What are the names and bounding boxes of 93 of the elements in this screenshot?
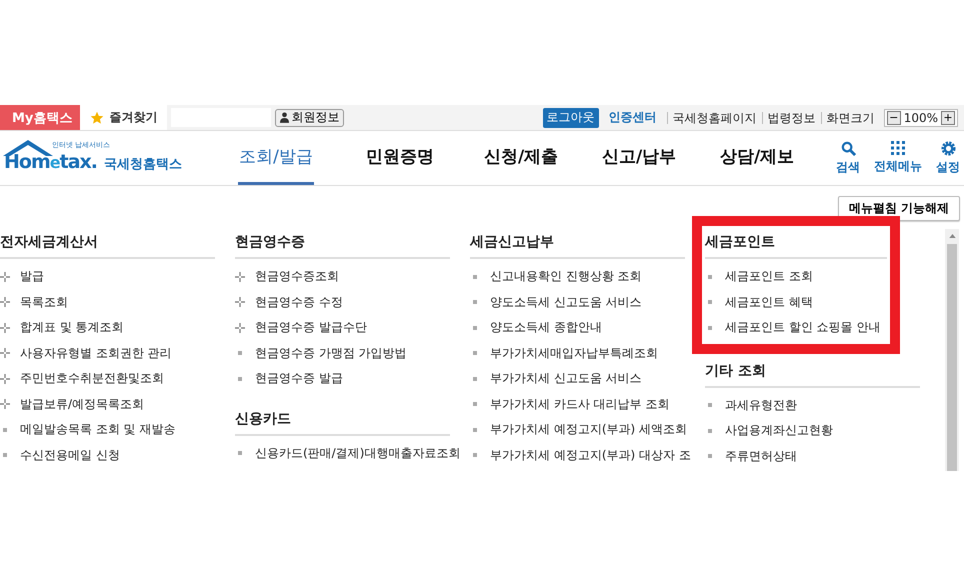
nav-tab[interactable]: 상담/제보 (710, 131, 828, 185)
section-title: 세금포인트 (705, 233, 776, 252)
square-bullet-icon (473, 351, 477, 356)
square-bullet-icon (473, 274, 477, 279)
zoom-in-button[interactable]: + (941, 110, 955, 124)
menu-link[interactable]: 주류면허상태 (725, 448, 797, 465)
menu-link[interactable]: 세금포인트 할인 쇼핑몰 안내 (725, 319, 880, 336)
grid-icon (891, 141, 905, 155)
section-title: 현금영수증 (235, 233, 306, 252)
menu-link[interactable]: 양도소득세 신고도움 서비스 (490, 294, 642, 311)
section-title: 전자세금계산서 (0, 233, 99, 252)
menu-link[interactable]: 사업용계좌신고현황 (725, 422, 833, 440)
nav-tab[interactable]: 신청/제출 (474, 131, 592, 185)
square-bullet-icon (708, 326, 712, 330)
settings-icon (940, 140, 956, 156)
square-bullet-icon (473, 300, 477, 304)
cross-bullet-icon (0, 297, 10, 308)
square-bullet-icon (708, 454, 712, 458)
member-info-button[interactable]: 회원정보 (275, 108, 344, 126)
top-link[interactable]: 국세청홈페이지 (666, 112, 762, 124)
menu-link[interactable]: 발급보류/예정목록조회 (20, 396, 144, 413)
all-menu-button[interactable]: 전체메뉴 (874, 141, 922, 175)
top-link[interactable]: 법령정보 (762, 112, 821, 124)
scroll-up-icon (948, 234, 956, 238)
scrollbar-thumb[interactable] (947, 244, 957, 471)
cross-bullet-icon (235, 272, 245, 282)
menu-link[interactable]: 양도소득세 종합안내 (490, 319, 602, 336)
menu-link[interactable]: 신고내용확인 진행상황 조회 (490, 268, 642, 286)
square-bullet-icon (473, 402, 477, 406)
menu-link[interactable]: 현금영수증조회 (255, 268, 339, 286)
square-bullet-icon (238, 376, 242, 381)
zoom-out-button[interactable]: − (886, 110, 901, 124)
square-bullet-icon (708, 428, 712, 433)
search-button[interactable]: 검색 (836, 140, 860, 176)
section-title: 기타 조회 (705, 362, 767, 380)
screen-size-label: 화면크기 (820, 112, 880, 124)
menu-link[interactable]: 목록조회 (20, 294, 68, 311)
menu-link[interactable]: 부가가치세 신고도움 서비스 (490, 370, 642, 388)
menu-expand-toggle-button[interactable]: 메뉴펼침 기능해제 (838, 196, 960, 221)
square-bullet-icon (473, 428, 477, 432)
menu-link[interactable]: 과세유형전환 (725, 396, 797, 414)
cross-bullet-icon (0, 322, 10, 333)
nav-tab[interactable]: 신고/납부 (592, 131, 710, 185)
menu-link[interactable]: 현금영수증 발급수단 (255, 319, 367, 336)
zoom-control[interactable]: − 100% + (884, 108, 958, 126)
scrollbar[interactable] (945, 229, 959, 471)
square-bullet-icon (708, 274, 712, 279)
menu-link[interactable]: 부가가치세매입자납부특례조회 (490, 344, 658, 362)
menu-link[interactable]: 부가가치세 카드사 대리납부 조회 (490, 396, 670, 413)
square-bullet-icon (238, 451, 242, 456)
square-bullet-icon (473, 376, 477, 381)
square-bullet-icon (708, 403, 712, 408)
my-hometax-tab[interactable]: My홈택스 (0, 105, 80, 130)
square-bullet-icon (3, 428, 7, 432)
cross-bullet-icon (0, 399, 10, 410)
zoom-value: 100% (904, 110, 938, 124)
person-icon (280, 112, 290, 123)
logo-title: 국세청홈택스 (104, 156, 182, 173)
menu-link[interactable]: 부가가치세 예정고지(부과) 세액조회 (490, 421, 687, 438)
square-bullet-icon (3, 453, 7, 458)
square-bullet-icon (473, 326, 477, 330)
settings-button[interactable]: 설정 (936, 140, 960, 176)
square-bullet-icon (238, 351, 242, 356)
cross-bullet-icon (0, 272, 10, 282)
nav-tab[interactable]: 조회/발급 (238, 131, 314, 185)
cert-center-link[interactable]: 인증센터 (608, 109, 657, 126)
cross-bullet-icon (0, 374, 10, 384)
star-icon (90, 110, 104, 124)
menu-link[interactable]: 메일발송목록 조회 및 재발송 (20, 421, 176, 438)
nav-tab[interactable]: 민원증명 (356, 131, 474, 185)
menu-link[interactable]: 현금영수증 수정 (255, 294, 343, 311)
menu-link[interactable]: 신용카드(판매/결제)대행매출자료조회 (255, 444, 460, 462)
menu-link[interactable]: 사용자유형별 조회권한 관리 (20, 344, 172, 362)
section-title: 신용카드 (235, 410, 292, 428)
menu-link[interactable]: 합계표 및 통계조회 (20, 319, 124, 336)
cross-bullet-icon (0, 348, 10, 358)
square-bullet-icon (473, 453, 477, 458)
logo-wordmark: Hometax. (4, 151, 98, 173)
menu-link[interactable]: 현금영수증 가맹점 가입방법 (255, 344, 407, 362)
menu-link[interactable]: 세금포인트 혜택 (725, 294, 813, 311)
menu-link[interactable]: 주민번호수취분전환및조회 (20, 370, 164, 388)
square-bullet-icon (708, 300, 712, 304)
search-icon (840, 140, 856, 156)
favorites-button[interactable]: 즐겨찾기 (80, 105, 168, 130)
logout-button[interactable]: 로그아웃 (542, 108, 599, 128)
section-title: 세금신고납부 (470, 233, 555, 252)
menu-link[interactable]: 세금포인트 조회 (725, 268, 813, 286)
cross-bullet-icon (235, 297, 245, 308)
menu-link[interactable]: 수신전용메일 신청 (20, 446, 120, 464)
menu-link[interactable]: 발급 (20, 268, 44, 286)
menu-link[interactable]: 현금영수증 발급 (255, 370, 343, 388)
cross-bullet-icon (235, 322, 245, 333)
menu-link[interactable]: 부가가치세 예정고지(부과) 대상자 조 (490, 446, 691, 464)
